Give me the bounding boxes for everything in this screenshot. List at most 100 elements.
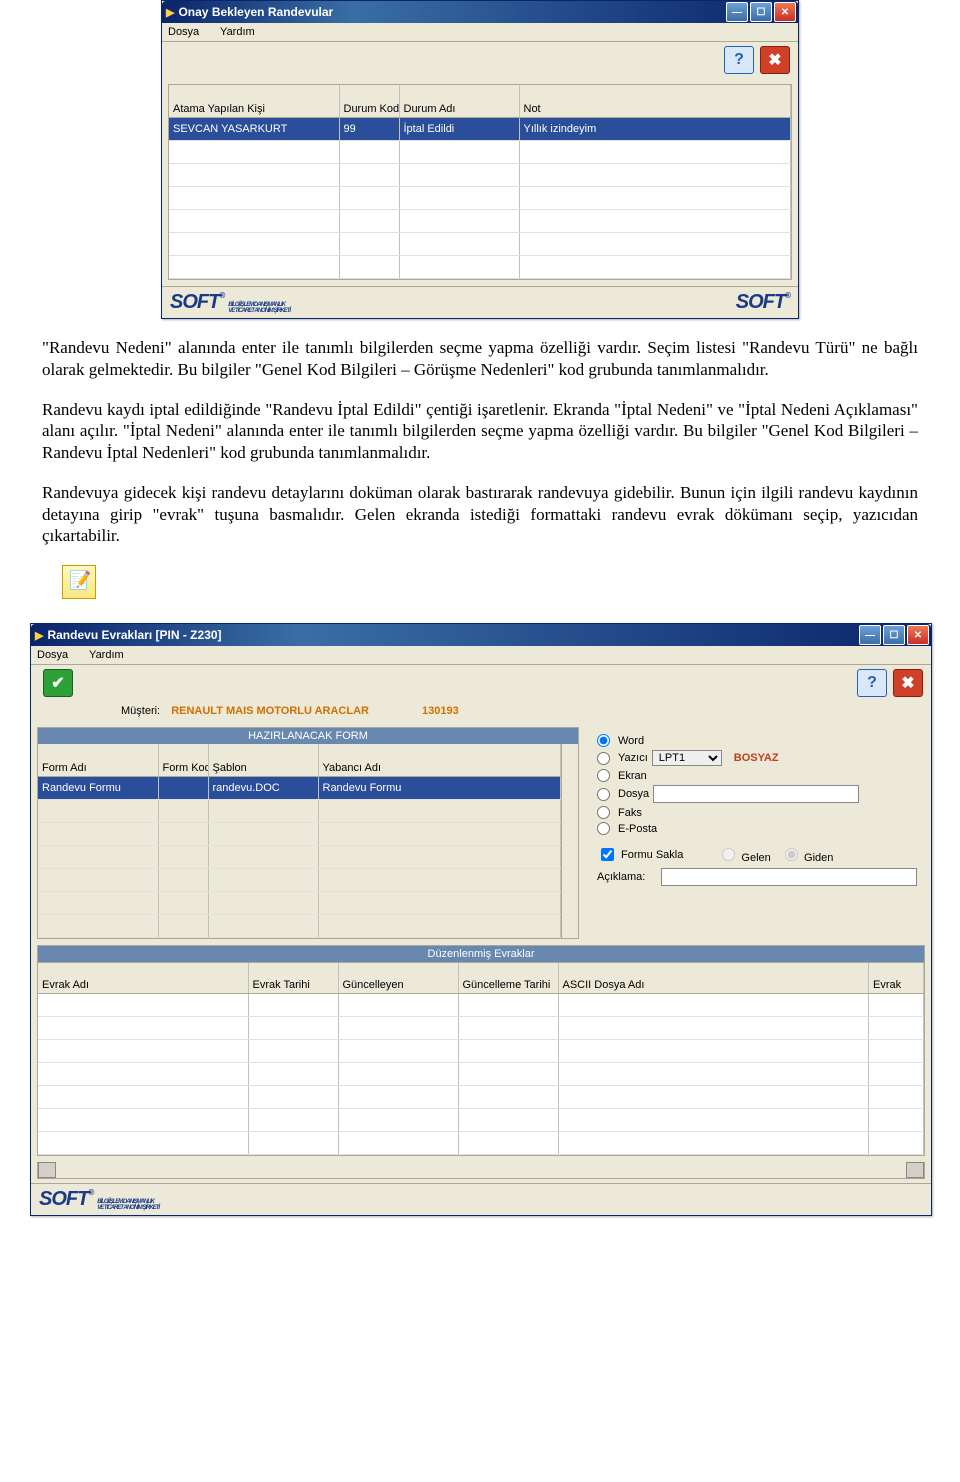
col-evrak-adi[interactable]: Evrak Adı <box>38 963 248 994</box>
titlebar[interactable]: ▶ Randevu Evrakları [PIN - Z230] — ☐ ✕ <box>31 624 931 646</box>
table-row[interactable] <box>38 1109 924 1132</box>
menu-help[interactable]: Yardım <box>220 26 255 38</box>
close-button[interactable]: ✕ <box>774 2 796 22</box>
table-row[interactable]: SEVCAN YASARKURT 99 İptal Edildi Yıllık … <box>169 118 791 141</box>
radio-file[interactable] <box>597 788 610 801</box>
footer: SOFT® BİLGİ İŞLEM DANIŞMANLIK VE TİCARET… <box>162 286 798 318</box>
customer-value: RENAULT MAIS MOTORLU ARACLAR <box>171 705 369 717</box>
footer: SOFT® BİLGİ İŞLEM DANIŞMANLIK VE TİCARET… <box>31 1183 931 1215</box>
cell-form-code <box>158 777 208 800</box>
form-to-prepare: HAZIRLANACAK FORM Form Adı Form Kodu Şab… <box>37 727 579 939</box>
window-pending-approvals: ▶ Onay Bekleyen Randevular — ☐ ✕ Dosya Y… <box>161 0 799 319</box>
help-icon[interactable]: ? <box>724 46 754 74</box>
radio-word-label: Word <box>618 735 644 747</box>
window-title: Randevu Evrakları [PIN - Z230] <box>47 628 859 642</box>
col-form-code[interactable]: Form Kodu <box>158 744 208 777</box>
menu-file[interactable]: Dosya <box>37 649 68 661</box>
cell-status-code: 99 <box>339 118 399 141</box>
radio-incoming <box>722 848 735 861</box>
col-foreign[interactable]: Yabancı Adı <box>318 744 561 777</box>
customer-label: Müşteri: <box>121 705 160 717</box>
soft-logo: SOFT® BİLGİ İŞLEM DANIŞMANLIK VE TİCARET… <box>39 1188 159 1211</box>
cell-template: randevu.DOC <box>208 777 318 800</box>
grid-approvals: Atama Yapılan Kişi Durum Kodu Durum Adı … <box>168 84 792 280</box>
paragraph-1: "Randevu Nedeni" alanında enter ile tanı… <box>42 337 918 381</box>
col-guncelleyen[interactable]: Güncelleyen <box>338 963 458 994</box>
table-row[interactable] <box>169 164 791 187</box>
explanation-label: Açıklama: <box>597 871 657 883</box>
cell-note: Yıllık izindeyim <box>519 118 791 141</box>
paragraph-2: Randevu kaydı iptal edildiğinde "Randevu… <box>42 399 918 464</box>
edited-docs-table[interactable]: Evrak Adı Evrak Tarihi Güncelleyen Günce… <box>38 963 924 1155</box>
scrollbar[interactable] <box>561 744 578 938</box>
window-randevu-evraklari: ▶ Randevu Evrakları [PIN - Z230] — ☐ ✕ D… <box>30 623 932 1216</box>
cell-foreign: Randevu Formu <box>318 777 561 800</box>
table-row[interactable] <box>169 233 791 256</box>
toolbar: ✔ ? ✖ <box>31 665 931 701</box>
radio-outgoing-label: Giden <box>804 852 833 864</box>
radio-printer-label: Yazıcı <box>618 752 648 764</box>
table-row[interactable] <box>38 994 924 1017</box>
col-evrak-tarihi[interactable]: Evrak Tarihi <box>248 963 338 994</box>
window-title: Onay Bekleyen Randevular <box>178 5 726 19</box>
help-icon[interactable]: ? <box>857 669 887 697</box>
table-row[interactable] <box>169 187 791 210</box>
table-row[interactable] <box>38 1040 924 1063</box>
printer-select[interactable]: LPT1 <box>652 750 722 766</box>
col-evrak[interactable]: Evrak <box>869 963 924 994</box>
pending-table[interactable]: Atama Yapılan Kişi Durum Kodu Durum Adı … <box>169 85 791 279</box>
table-row[interactable] <box>38 1086 924 1109</box>
radio-printer[interactable] <box>597 752 610 765</box>
col-ascii[interactable]: ASCII Dosya Adı <box>558 963 869 994</box>
menu-file[interactable]: Dosya <box>168 26 199 38</box>
chk-save-form[interactable] <box>601 848 614 861</box>
app-icon: ▶ <box>166 6 174 19</box>
table-row[interactable] <box>38 846 561 869</box>
form-table[interactable]: Form Adı Form Kodu Şablon Yabancı Adı Ra… <box>38 744 561 938</box>
horizontal-scrollbar[interactable] <box>37 1162 925 1179</box>
explanation-input[interactable] <box>661 868 917 886</box>
radio-word[interactable] <box>597 734 610 747</box>
maximize-button[interactable]: ☐ <box>883 625 905 645</box>
table-row[interactable] <box>169 256 791 279</box>
col-note[interactable]: Not <box>519 85 791 118</box>
bosyaz-label: BOSYAZ <box>734 752 779 764</box>
menu-help[interactable]: Yardım <box>89 649 124 661</box>
col-form-name[interactable]: Form Adı <box>38 744 158 777</box>
minimize-button[interactable]: — <box>726 2 748 22</box>
close-button[interactable]: ✕ <box>907 625 929 645</box>
close-icon[interactable]: ✖ <box>893 669 923 697</box>
menubar: Dosya Yardım <box>31 646 931 665</box>
col-status-code[interactable]: Durum Kodu <box>339 85 399 118</box>
table-row[interactable] <box>169 141 791 164</box>
titlebar[interactable]: ▶ Onay Bekleyen Randevular — ☐ ✕ <box>162 1 798 23</box>
radio-fax-label: Faks <box>618 807 642 819</box>
table-row[interactable] <box>169 210 791 233</box>
table-row[interactable] <box>38 869 561 892</box>
chk-save-form-label: Formu Sakla <box>621 849 683 861</box>
customer-code: 130193 <box>422 705 459 717</box>
maximize-button[interactable]: ☐ <box>750 2 772 22</box>
table-row[interactable] <box>38 915 561 938</box>
col-assignee[interactable]: Atama Yapılan Kişi <box>169 85 339 118</box>
radio-screen[interactable] <box>597 769 610 782</box>
note-icon <box>62 565 96 599</box>
table-row[interactable] <box>38 823 561 846</box>
soft-logo: SOFT® BİLGİ İŞLEM DANIŞMANLIK VE TİCARET… <box>170 291 290 314</box>
col-guncelleme-tarihi[interactable]: Güncelleme Tarihi <box>458 963 558 994</box>
col-status-name[interactable]: Durum Adı <box>399 85 519 118</box>
table-row[interactable] <box>38 1017 924 1040</box>
table-row[interactable] <box>38 1132 924 1155</box>
radio-email[interactable] <box>597 822 610 835</box>
table-row[interactable] <box>38 1063 924 1086</box>
table-row[interactable]: Randevu Formu randevu.DOC Randevu Formu <box>38 777 561 800</box>
radio-fax[interactable] <box>597 806 610 819</box>
ok-icon[interactable]: ✔ <box>43 669 73 697</box>
file-input[interactable] <box>653 785 859 803</box>
radio-file-label: Dosya <box>618 788 649 800</box>
table-row[interactable] <box>38 800 561 823</box>
col-template[interactable]: Şablon <box>208 744 318 777</box>
minimize-button[interactable]: — <box>859 625 881 645</box>
table-row[interactable] <box>38 892 561 915</box>
close-icon[interactable]: ✖ <box>760 46 790 74</box>
